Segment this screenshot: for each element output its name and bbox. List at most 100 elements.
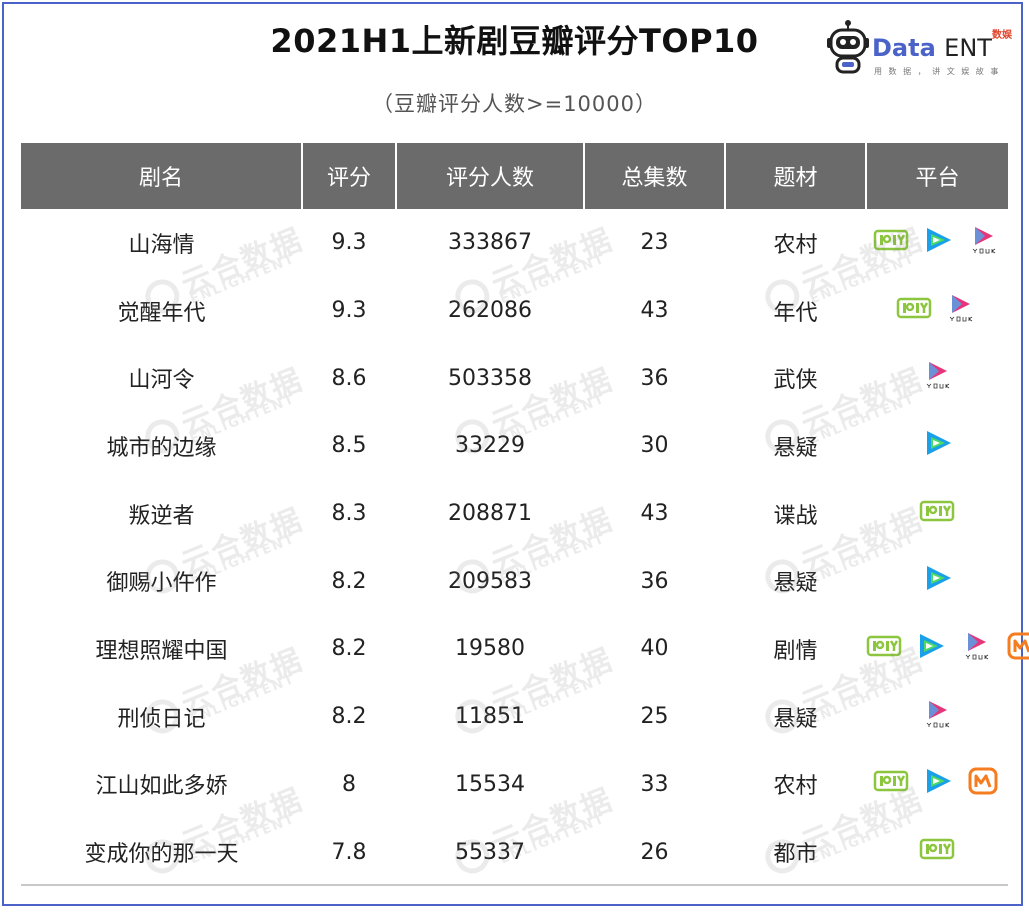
- logo-brand: Data ENT: [872, 34, 992, 62]
- raters-cell: 33229: [455, 433, 525, 459]
- dataent-logo: Data ENT 数娱 用 数 据 ， 讲 文 娱 故 事: [826, 18, 1016, 78]
- table-row: 刑侦日记 8.2 11851 25 悬疑: [21, 683, 1008, 751]
- episodes-cell: 33: [640, 771, 669, 797]
- genre-cell: 悬疑: [773, 706, 818, 732]
- genre-cell: 农村: [773, 232, 818, 258]
- episodes-cell: 36: [640, 365, 669, 391]
- score-cell: 9.3: [331, 230, 367, 256]
- episodes-cell: 43: [640, 298, 669, 324]
- platform-cell: [866, 480, 1008, 548]
- column-header-episodes: 总集数: [584, 143, 726, 209]
- iqiyi-logo-icon: [866, 635, 902, 657]
- iqiyi-logo-icon: [919, 838, 955, 860]
- raters-cell: 19580: [455, 636, 525, 662]
- youku-logo-icon: [949, 294, 973, 321]
- bottom-divider: [21, 884, 1008, 886]
- score-cell: 8.2: [331, 568, 367, 594]
- genre-cell: 武侠: [773, 368, 818, 394]
- platform-icons: [919, 563, 955, 593]
- column-header-score: 评分: [302, 143, 397, 209]
- score-cell: 8.3: [331, 501, 367, 527]
- youku-logo-icon: [972, 226, 996, 254]
- score-cell: 8.6: [331, 365, 367, 391]
- genre-cell: 年代: [773, 300, 818, 326]
- table-row: 山河令 8.6 503358 36 武侠: [21, 344, 1008, 412]
- column-header-platform: 平台: [866, 143, 1008, 209]
- raters-cell: 333867: [448, 230, 532, 256]
- tencent-video-logo-icon: [927, 227, 951, 252]
- logo-badge: 数娱: [992, 30, 1012, 41]
- platform-cell: [866, 818, 1008, 886]
- genre-cell: 剧情: [773, 638, 818, 664]
- iqiyi-logo-icon: [873, 771, 909, 792]
- raters-cell: 209583: [448, 568, 532, 594]
- episodes-cell: 26: [640, 839, 669, 865]
- score-cell: 8.2: [331, 704, 367, 730]
- platform-icons: [896, 293, 978, 323]
- drama-name-cell: 刑侦日记: [117, 706, 206, 732]
- drama-name-cell: 江山如此多娇: [95, 774, 228, 800]
- table-row: 叛逆者 8.3 208871 43 谍战: [21, 480, 1008, 548]
- table-row: 御赐小仵作 8.2 209583 36 悬疑: [21, 547, 1008, 615]
- youku-logo-icon: [926, 700, 950, 728]
- drama-name-cell: 变成你的那一天: [84, 842, 239, 868]
- platform-icons: [919, 834, 955, 864]
- platform-cell: [866, 615, 1029, 683]
- drama-name-cell: 城市的边缘: [106, 435, 217, 461]
- column-header-raters: 评分人数: [396, 143, 585, 209]
- episodes-cell: 43: [640, 501, 669, 527]
- episodes-cell: 30: [640, 433, 669, 459]
- tencent-video-logo-icon: [927, 430, 951, 455]
- table-row: 变成你的那一天 7.8 55337 26 都市: [21, 818, 1008, 886]
- raters-cell: 11851: [455, 704, 525, 730]
- iqiyi-logo-icon: [873, 229, 909, 251]
- score-cell: 8: [342, 771, 356, 797]
- table-row: 觉醒年代 9.3 262086 43 年代: [21, 277, 1008, 345]
- drama-name-cell: 御赐小仵作: [106, 571, 217, 597]
- episodes-cell: 40: [640, 636, 669, 662]
- platform-icons: [873, 225, 1001, 255]
- mango-tv-logo-icon: [968, 767, 998, 795]
- column-header-name: 剧名: [21, 143, 303, 209]
- drama-name-cell: 山河令: [128, 368, 195, 394]
- raters-cell: 503358: [448, 365, 532, 391]
- platform-icons: [919, 428, 955, 458]
- youku-logo-icon: [965, 632, 989, 660]
- platform-cell: [866, 277, 1008, 345]
- tencent-video-logo-icon: [920, 633, 944, 658]
- table-row: 理想照耀中国 8.2 19580 40 剧情: [21, 615, 1029, 683]
- youku-logo-icon: [926, 362, 950, 389]
- table-row: 江山如此多娇 8 15534 33 农村: [21, 751, 1008, 819]
- raters-cell: 55337: [455, 839, 525, 865]
- raters-cell: 262086: [448, 298, 532, 324]
- platform-icons: [919, 699, 955, 729]
- score-cell: 7.8: [331, 839, 367, 865]
- score-cell: 8.2: [331, 636, 367, 662]
- raters-cell: 208871: [448, 501, 532, 527]
- tencent-video-logo-icon: [927, 566, 951, 591]
- platform-cell: [866, 547, 1008, 615]
- ranking-table: 剧名 评分 评分人数 总集数 题材 平台 山海情 9.3 333867 23 农村 觉醒年…: [21, 143, 1029, 886]
- genre-cell: 悬疑: [773, 435, 818, 461]
- score-cell: 9.3: [331, 298, 367, 324]
- logo-tagline: 用 数 据 ， 讲 文 娱 故 事: [874, 67, 1001, 76]
- genre-cell: 谍战: [773, 503, 818, 529]
- iqiyi-logo-icon: [919, 500, 955, 521]
- platform-icons: [866, 631, 1029, 661]
- table-row: 城市的边缘 8.5 33229 30 悬疑: [21, 412, 1008, 480]
- platform-cell: [866, 751, 1008, 819]
- platform-cell: [866, 209, 1008, 277]
- genre-cell: 悬疑: [773, 571, 818, 597]
- header-row: 剧名 评分 评分人数 总集数 题材 平台: [21, 143, 1008, 209]
- platform-cell: [866, 344, 1008, 412]
- platform-icons: [919, 496, 955, 526]
- score-cell: 8.5: [331, 433, 367, 459]
- chart-subtitle: （豆瓣评分人数>=10000）: [372, 92, 657, 116]
- drama-name-cell: 觉醒年代: [117, 300, 206, 326]
- episodes-cell: 36: [640, 568, 669, 594]
- table-row: 山海情 9.3 333867 23 农村: [21, 209, 1008, 277]
- tencent-video-logo-icon: [927, 769, 951, 794]
- platform-icons: [919, 360, 955, 390]
- mango-tv-logo-icon: [1007, 632, 1029, 660]
- episodes-cell: 23: [640, 230, 669, 256]
